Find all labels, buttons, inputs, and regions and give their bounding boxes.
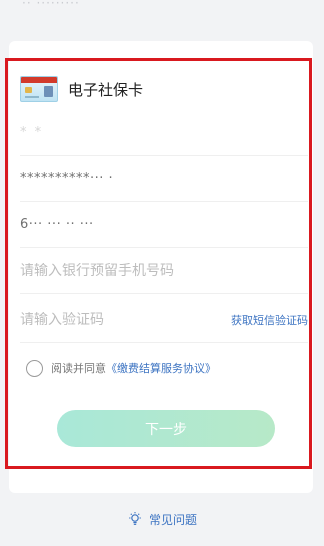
phone-input[interactable] <box>20 262 210 279</box>
social-security-card-icon <box>20 76 58 102</box>
phone-field <box>20 248 308 294</box>
agree-radio[interactable] <box>26 359 43 377</box>
faq-label: 常见问题 <box>148 512 197 527</box>
id-number-value: **********··· · <box>20 171 114 186</box>
agreement-row: 阅读并同意 《缴费结算服务协议》 <box>26 358 216 378</box>
code-field: 获取短信验证码 <box>20 297 308 343</box>
name-value: * * <box>20 125 44 140</box>
bank-card-field: 6··· ··· ·· ··· <box>20 202 308 248</box>
get-sms-code-button[interactable]: 获取短信验证码 <box>231 312 308 328</box>
faq-link[interactable]: 常见问题 <box>0 509 324 529</box>
card-title: 电子社保卡 <box>68 80 144 99</box>
next-step-button[interactable]: 下一步 <box>57 410 275 447</box>
top-faded-text: ·· ········· <box>22 0 80 8</box>
name-field: * * <box>20 110 308 156</box>
agreement-link[interactable]: 《缴费结算服务协议》 <box>106 360 216 376</box>
id-number-field: **********··· · <box>20 156 308 202</box>
bank-card-value: 6··· ··· ·· ··· <box>20 217 94 232</box>
verification-code-input[interactable] <box>20 311 210 328</box>
card-header: 电子社保卡 <box>20 74 310 104</box>
lightbulb-icon <box>129 512 141 525</box>
agreement-text: 阅读并同意 <box>51 362 106 375</box>
